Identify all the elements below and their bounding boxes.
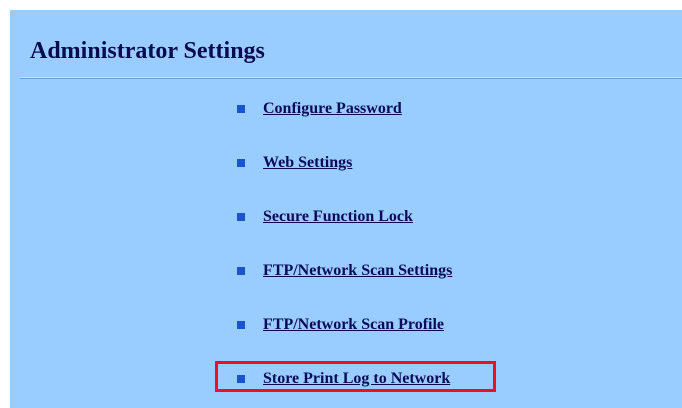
secure-function-lock-link[interactable]: Secure Function Lock <box>263 207 413 227</box>
highlight-box <box>215 361 496 392</box>
settings-panel: Administrator Settings Configure Passwor… <box>10 10 682 408</box>
bullet-icon <box>237 213 245 221</box>
bullet-icon <box>237 267 245 275</box>
title-divider <box>20 77 682 79</box>
page-title: Administrator Settings <box>30 38 265 64</box>
configure-password-link[interactable]: Configure Password <box>263 99 402 119</box>
bullet-icon <box>237 321 245 329</box>
ftp-network-scan-settings-link[interactable]: FTP/Network Scan Settings <box>263 261 452 281</box>
ftp-network-scan-profile-link[interactable]: FTP/Network Scan Profile <box>263 315 444 335</box>
bullet-icon <box>237 159 245 167</box>
web-settings-link[interactable]: Web Settings <box>263 153 352 173</box>
bullet-icon <box>237 105 245 113</box>
